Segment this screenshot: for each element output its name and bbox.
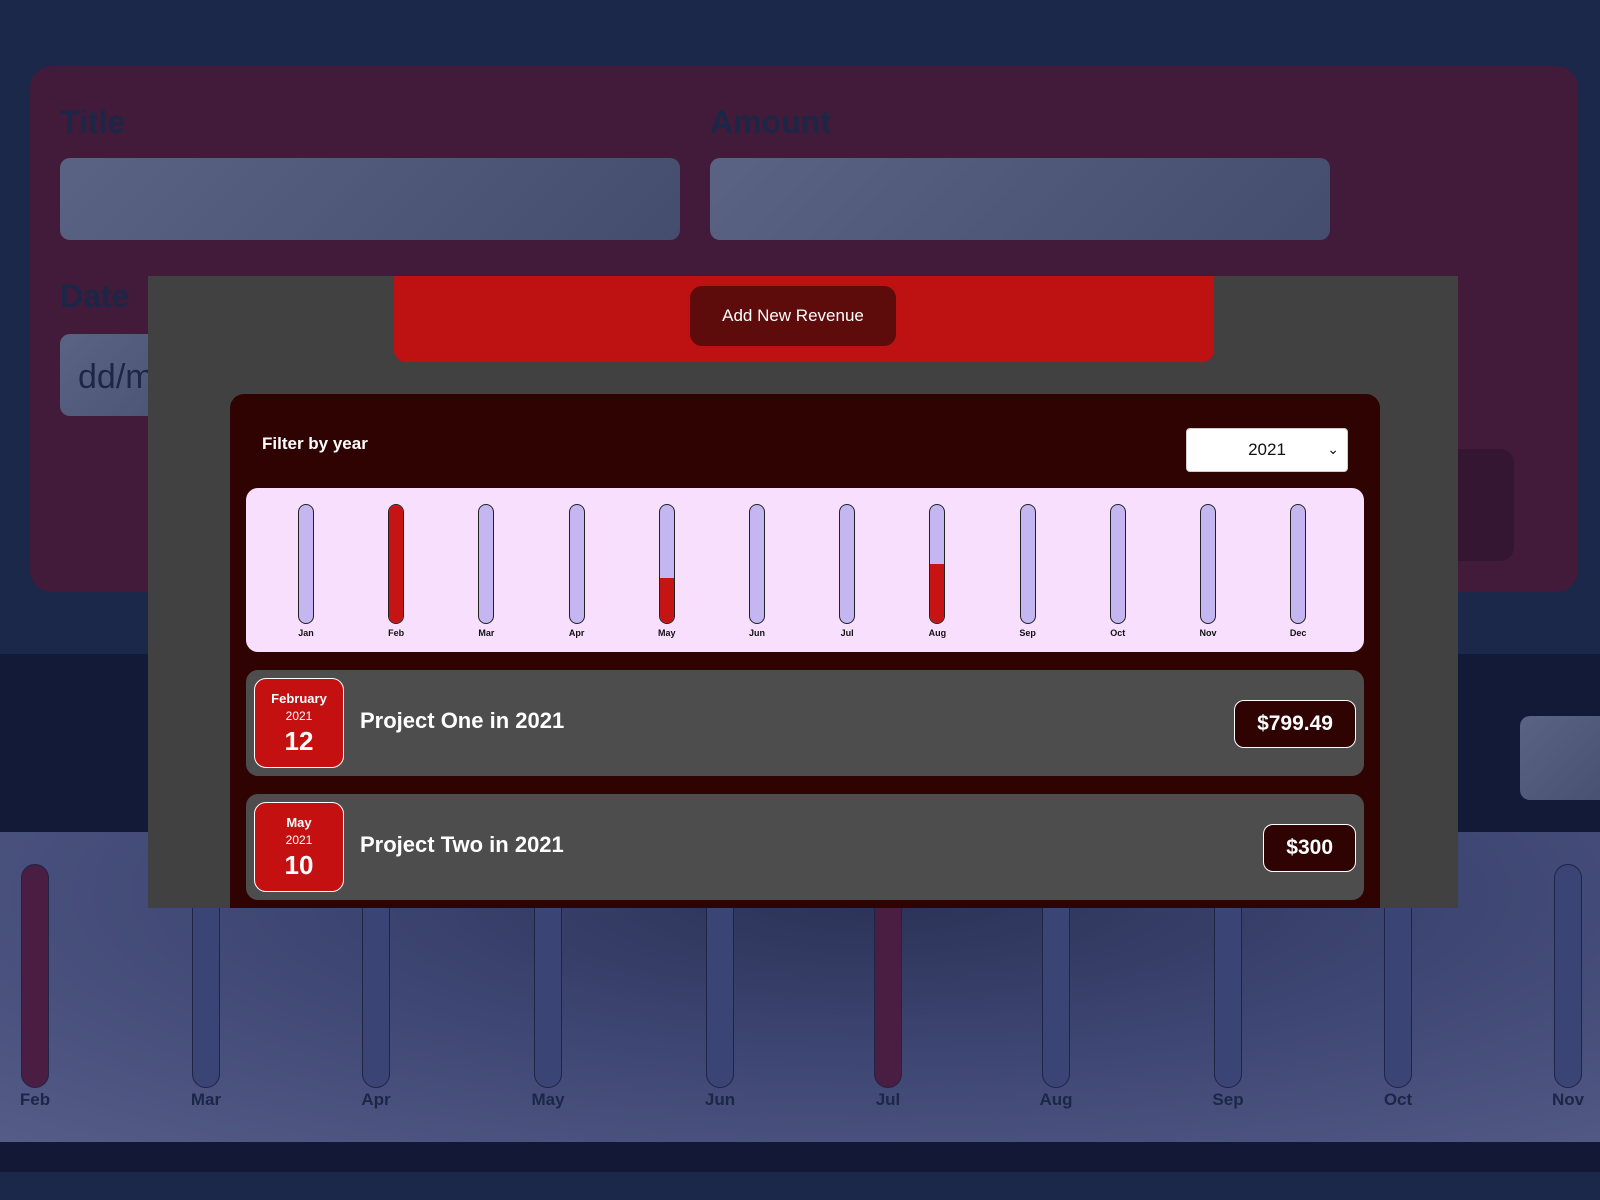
chart-bar-label: Mar — [478, 628, 495, 638]
chart-bar-jul: Jul — [827, 504, 867, 650]
chart-bar-track — [929, 504, 946, 624]
chart-bar-track — [658, 504, 675, 624]
revenue-item-title: Project Two in 2021 — [360, 832, 564, 857]
bg-chart-label: Jun — [704, 1090, 736, 1109]
revenue-modal: Add New Revenue Filter by year 2021 ⌄ Ja… — [148, 276, 1458, 908]
chart-bar-may: May — [647, 504, 687, 650]
chart-bar-track — [388, 504, 405, 624]
chart-bar-jun: Jun — [737, 504, 777, 650]
chart-bar-label: Feb — [388, 628, 405, 638]
chart-bar-track — [1109, 504, 1126, 624]
revenue-item-amount: $300 — [1263, 824, 1356, 872]
year-select[interactable]: 2021 ⌄ — [1186, 428, 1348, 472]
bg-chart-bar — [21, 864, 49, 1088]
chart-bar-fill — [659, 578, 674, 623]
chart-bar-feb: Feb — [376, 504, 416, 650]
chart-bar-label: Apr — [568, 628, 585, 638]
chart-bar-aug: Aug — [917, 504, 957, 650]
revenue-item[interactable]: May 2021 10 Project Two in 2021 $300 — [246, 794, 1364, 900]
date-month: February — [271, 691, 327, 706]
chevron-down-icon: ⌄ — [1327, 441, 1339, 457]
chart-bar-track — [1019, 504, 1036, 624]
chart-bar-track — [1290, 504, 1307, 624]
chart-bar-track — [478, 504, 495, 624]
bg-year-select — [1520, 716, 1600, 800]
bg-footer — [0, 1142, 1600, 1172]
bg-title-label: Title — [60, 104, 126, 140]
bg-date-placeholder: dd/m — [78, 358, 154, 396]
bg-chart-label: Feb — [19, 1090, 51, 1109]
bg-chart-label: Apr — [361, 1090, 391, 1109]
bg-chart-label: Jul — [875, 1090, 901, 1109]
chart-bar-sep: Sep — [1008, 504, 1048, 650]
chart-bar-label: Sep — [1019, 628, 1036, 638]
bg-amount-input — [710, 158, 1330, 240]
modal-header: Add New Revenue — [394, 276, 1214, 362]
chart-bar-track — [749, 504, 765, 624]
revenue-item[interactable]: February 2021 12 Project One in 2021 $79… — [246, 670, 1364, 776]
chart-bar-label: Jan — [298, 628, 314, 638]
chart-bar-label: Aug — [928, 628, 947, 638]
chart-bar-oct: Oct — [1098, 504, 1138, 650]
chart-bar-track — [839, 504, 856, 624]
date-year: 2021 — [285, 833, 313, 847]
chart-bar-track — [298, 504, 314, 624]
add-new-revenue-button[interactable]: Add New Revenue — [690, 286, 896, 346]
bg-chart-label: May — [531, 1090, 565, 1109]
bg-date-label: Date — [60, 278, 130, 314]
chart-bar-nov: Nov — [1188, 504, 1228, 650]
revenues-panel: Filter by year 2021 ⌄ Jan Feb Mar Apr May Jun… — [230, 394, 1380, 908]
chart-bar-mar: Mar — [466, 504, 506, 650]
revenue-item-date: May 2021 10 — [254, 802, 344, 892]
bg-amount-label: Amount — [710, 104, 831, 140]
chart-bar-track — [568, 504, 585, 624]
bg-chart-bar — [1554, 864, 1582, 1088]
date-day: 12 — [284, 726, 314, 756]
chart-bar-label: Jun — [748, 628, 765, 638]
bg-chart-label: Oct — [1383, 1090, 1413, 1109]
date-day: 10 — [284, 850, 314, 880]
date-year: 2021 — [285, 709, 313, 723]
date-month: May — [286, 815, 312, 830]
chart-bar-dec: Dec — [1278, 504, 1318, 650]
revenue-item-title: Project One in 2021 — [360, 708, 565, 733]
bg-chart-label: Nov — [1551, 1090, 1585, 1109]
chart-bar-label: Jul — [840, 628, 854, 638]
bg-chart-label: Mar — [190, 1090, 222, 1109]
chart-bar-label: Nov — [1199, 628, 1217, 638]
revenue-item-date: February 2021 12 — [254, 678, 344, 768]
year-select-value: 2021 — [1248, 440, 1286, 459]
filter-by-year-label: Filter by year — [262, 434, 368, 453]
chart-bar-apr: Apr — [557, 504, 597, 650]
chart-bar-jan: Jan — [286, 504, 326, 650]
chart-bar-fill — [389, 505, 404, 623]
chart-bar-fill — [930, 564, 945, 623]
chart-bar-label: Dec — [1289, 628, 1307, 638]
monthly-revenue-chart: Jan Feb Mar Apr May Jun Jul Aug Sep Oct Nov Dec — [246, 488, 1364, 652]
chart-bar-label: May — [658, 628, 676, 638]
bg-chart-label: Sep — [1212, 1090, 1244, 1109]
chart-bar-track — [1200, 504, 1216, 624]
revenue-item-amount: $799.49 — [1234, 700, 1356, 748]
chart-bar-label: Oct — [1110, 628, 1126, 638]
bg-title-input — [60, 158, 680, 240]
bg-chart-label: Aug — [1039, 1090, 1073, 1109]
